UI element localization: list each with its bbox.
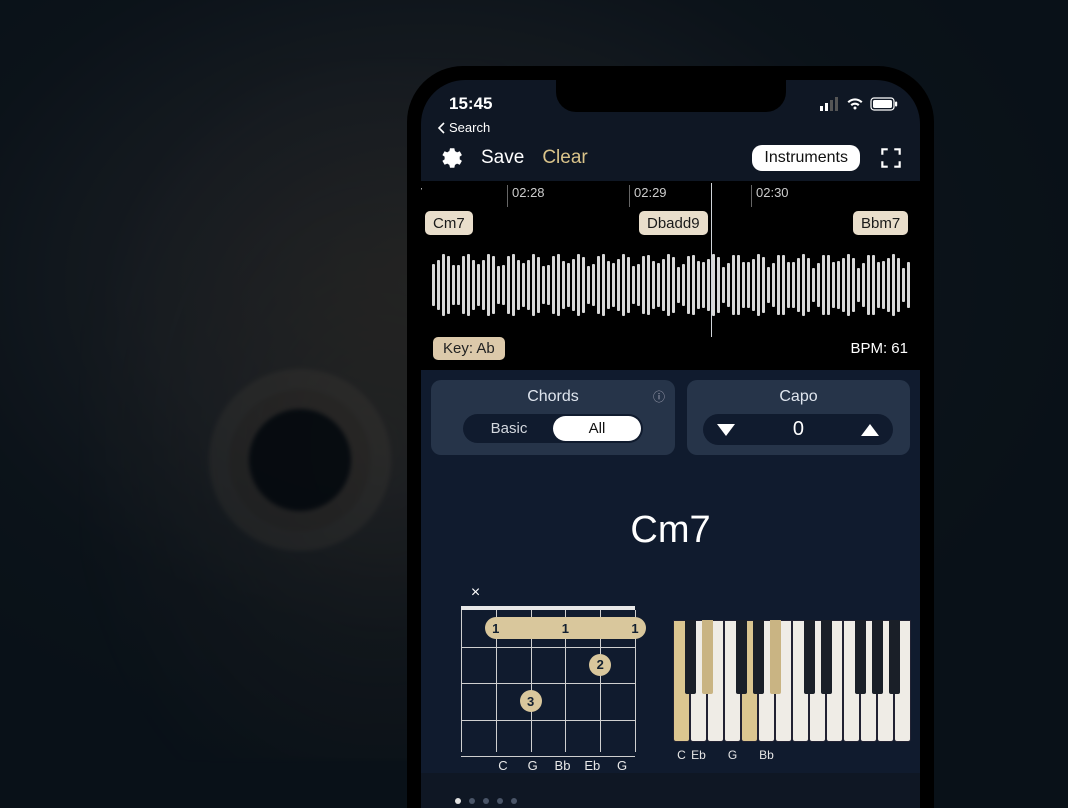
signal-icon <box>820 97 840 111</box>
dot[interactable] <box>455 798 461 804</box>
phone-notch <box>556 80 786 112</box>
chord-chip[interactable]: Bbm7 <box>853 211 908 235</box>
expand-icon[interactable] <box>878 145 904 171</box>
chord-chip[interactable]: Dbadd9 <box>639 211 708 235</box>
gear-icon[interactable] <box>437 145 463 171</box>
controls-row: ⓘ Chords Basic All Capo 0 <box>421 370 920 465</box>
chord-chip[interactable]: Cm7 <box>425 211 473 235</box>
muted-string-marker: × <box>461 584 490 602</box>
dot[interactable] <box>511 798 517 804</box>
diagrams: × 11123 CGBbEbG CEbGBb <box>421 580 920 773</box>
battery-icon <box>870 97 898 111</box>
time-tick: 02:28 <box>507 185 545 207</box>
chords-segmented[interactable]: Basic All <box>463 414 643 443</box>
capo-panel: Capo 0 <box>687 380 910 455</box>
back-nav[interactable]: Search <box>421 120 920 139</box>
fret-grid: 11123 <box>461 606 635 752</box>
status-time: 15:45 <box>449 94 492 114</box>
capo-increase[interactable] <box>861 424 879 436</box>
time-tick: 02:27 <box>421 185 423 207</box>
back-label: Search <box>449 120 490 135</box>
capo-title: Capo <box>779 388 817 406</box>
phone-frame: 15:45 Search Save Clear Instruments 02:2… <box>407 66 934 808</box>
piano-keys <box>673 620 911 742</box>
seg-all[interactable]: All <box>553 416 641 441</box>
time-ruler: 02:27 02:28 02:29 02:30 <box>421 185 920 207</box>
save-button[interactable]: Save <box>481 147 524 169</box>
guitar-note-labels: CGBbEbG <box>461 758 639 773</box>
chevron-left-icon <box>437 122 447 134</box>
fret-header: × <box>461 584 639 602</box>
seg-basic[interactable]: Basic <box>465 416 553 441</box>
meta-row: Key: Ab BPM: 61 <box>421 331 920 370</box>
chord-track: Cm7 Dbadd9 Bbm7 <box>421 209 920 239</box>
capo-stepper: 0 <box>703 414 893 445</box>
wifi-icon <box>846 97 864 111</box>
status-icons <box>820 97 898 111</box>
toolbar: Save Clear Instruments <box>421 139 920 181</box>
guitar-diagram[interactable]: × 11123 CGBbEbG <box>461 584 639 773</box>
instruments-button[interactable]: Instruments <box>752 145 860 171</box>
capo-decrease[interactable] <box>717 424 735 436</box>
playhead[interactable] <box>711 183 712 337</box>
piano-diagram[interactable]: CEbGBb <box>673 584 911 762</box>
chords-title: Chords <box>527 388 579 406</box>
page-dots[interactable] <box>455 798 517 804</box>
current-chord-label: Cm7 <box>421 465 920 580</box>
time-tick: 02:29 <box>629 185 667 207</box>
info-icon[interactable]: ⓘ <box>653 388 665 405</box>
waveform[interactable] <box>421 239 920 331</box>
bpm-label: BPM: 61 <box>850 340 908 357</box>
clear-button[interactable]: Clear <box>542 147 587 169</box>
capo-value: 0 <box>793 418 804 441</box>
time-tick: 02:30 <box>751 185 789 207</box>
timeline[interactable]: 02:27 02:28 02:29 02:30 Cm7 Dbadd9 Bbm7 Key: … <box>421 181 920 370</box>
piano-note-labels: CEbGBb <box>673 748 911 762</box>
phone-screen: 15:45 Search Save Clear Instruments 02:2… <box>421 80 920 808</box>
chords-panel: ⓘ Chords Basic All <box>431 380 675 455</box>
dot[interactable] <box>497 798 503 804</box>
dot[interactable] <box>483 798 489 804</box>
dot[interactable] <box>469 798 475 804</box>
key-chip[interactable]: Key: Ab <box>433 337 505 360</box>
